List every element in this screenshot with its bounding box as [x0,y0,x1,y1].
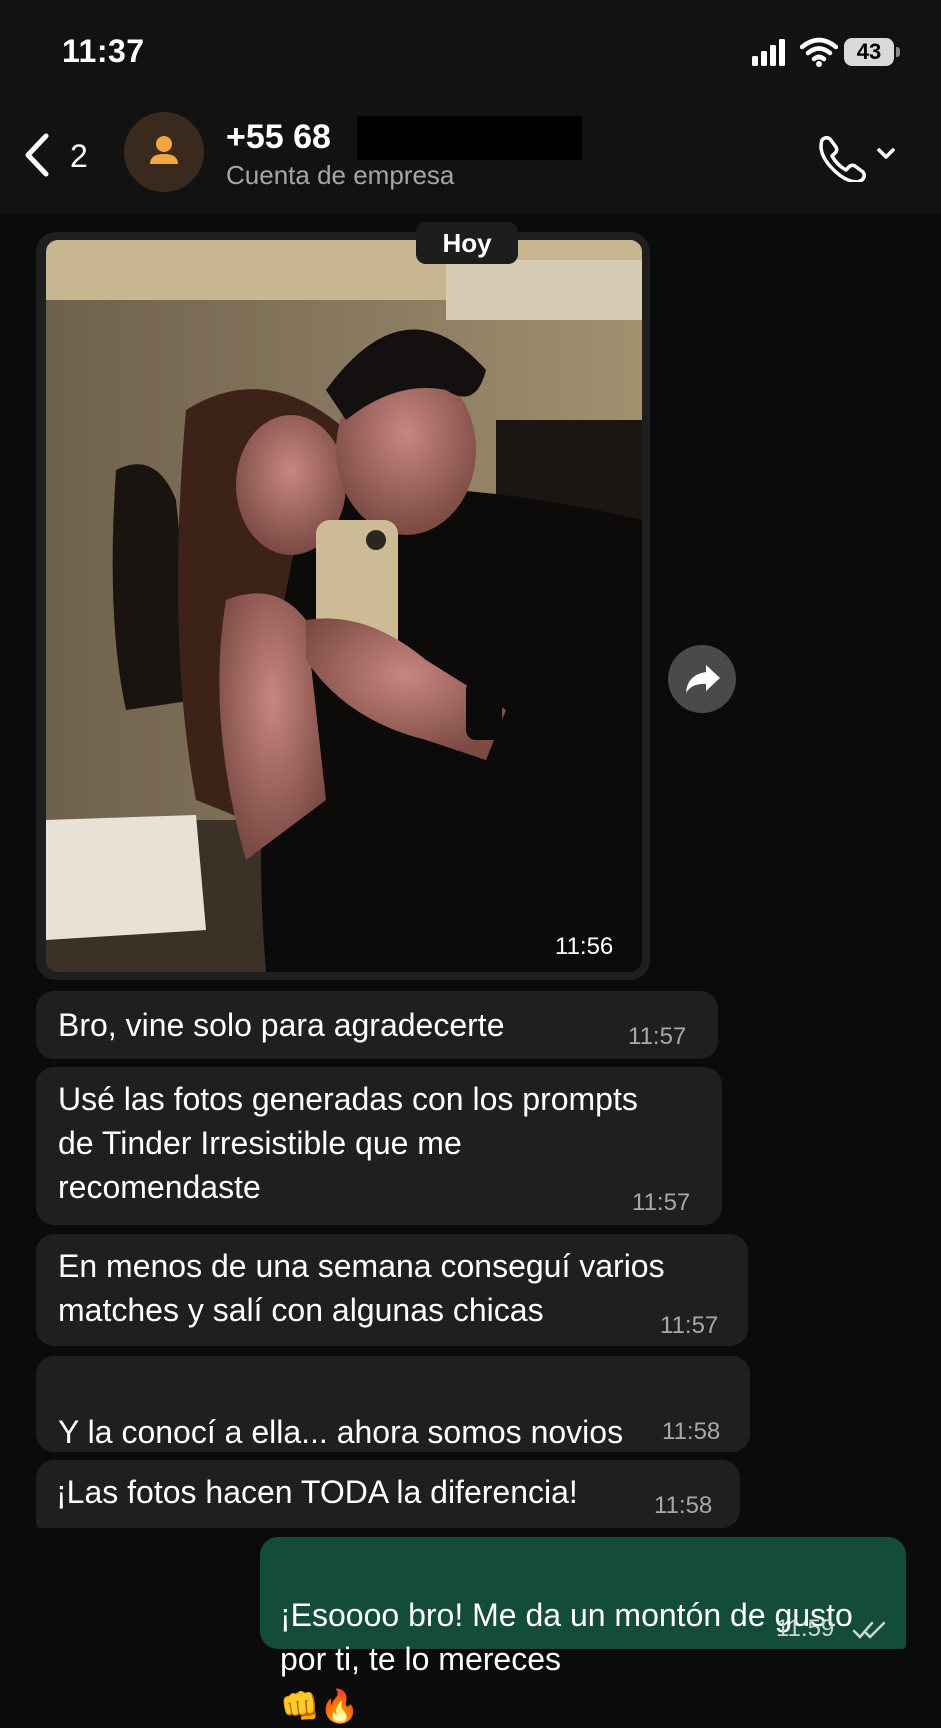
forward-icon [686,665,720,693]
message-time: 11:58 [662,1418,721,1445]
message-text: Usé las fotos generadas con los prompts … [58,1081,638,1205]
message-time: 11:57 [660,1312,719,1339]
signal-icon [752,39,785,66]
message-time: 11:57 [628,1023,687,1050]
fist-fire-emoji: 👊🔥 [280,1687,360,1724]
message-bubble-incoming[interactable]: ¡Las fotos hacen TODA la diferencia! 11:… [36,1460,740,1528]
person-icon [150,136,178,164]
phone-icon[interactable] [812,130,902,182]
message-text-body: Y la conocí a ella... ahora somos novios [58,1414,624,1450]
message-text-body: ¡Esoooo bro! Me da un montón de gusto po… [280,1597,853,1677]
battery-icon: 43 [844,38,900,68]
redacted-block [357,116,582,160]
status-bar: 11:37 43 [0,0,941,100]
battery-level: 43 [844,38,894,66]
message-bubble-incoming[interactable]: En menos de una semana conseguí varios m… [36,1234,748,1346]
contact-name[interactable]: +55 68 [226,118,331,157]
double-check-icon [852,1621,886,1639]
contact-subtitle: Cuenta de empresa [226,160,455,190]
unread-count[interactable]: 2 [70,138,88,175]
message-bubble-incoming[interactable]: Y la conocí a ella... ahora somos novios… [36,1356,750,1497]
wifi-icon [800,37,838,67]
message-bubble-incoming[interactable]: Usé las fotos generadas con los prompts … [36,1067,722,1225]
message-text: En menos de una semana conseguí varios m… [58,1248,665,1328]
message-text: ¡Las fotos hacen TODA la diferencia! [56,1474,578,1510]
message-time: 11:59 [776,1615,835,1642]
message-text: Bro, vine solo para agradecerte [58,1007,505,1043]
chat-header: 2 +55 68 Cuenta de empresa [0,100,941,214]
message-time: 11:58 [654,1492,713,1519]
back-chevron-icon[interactable] [18,130,78,180]
message-time: 11:57 [632,1189,691,1216]
date-separator: Hoy [416,222,518,264]
message-bubble-incoming[interactable]: Bro, vine solo para agradecerte 11:57 [36,991,718,1059]
message-bubble-outgoing[interactable]: ¡Esoooo bro! Me da un montón de gusto po… [260,1537,906,1724]
chevron-down-icon [877,148,895,159]
forward-button[interactable] [668,645,736,713]
status-time: 11:37 [62,33,145,69]
photo-image[interactable] [46,240,642,972]
avatar[interactable] [124,112,204,192]
message-text: ¡Esoooo bro! Me da un montón de gusto po… [280,1549,853,1728]
photo-timestamp: 11:56 [555,933,614,960]
